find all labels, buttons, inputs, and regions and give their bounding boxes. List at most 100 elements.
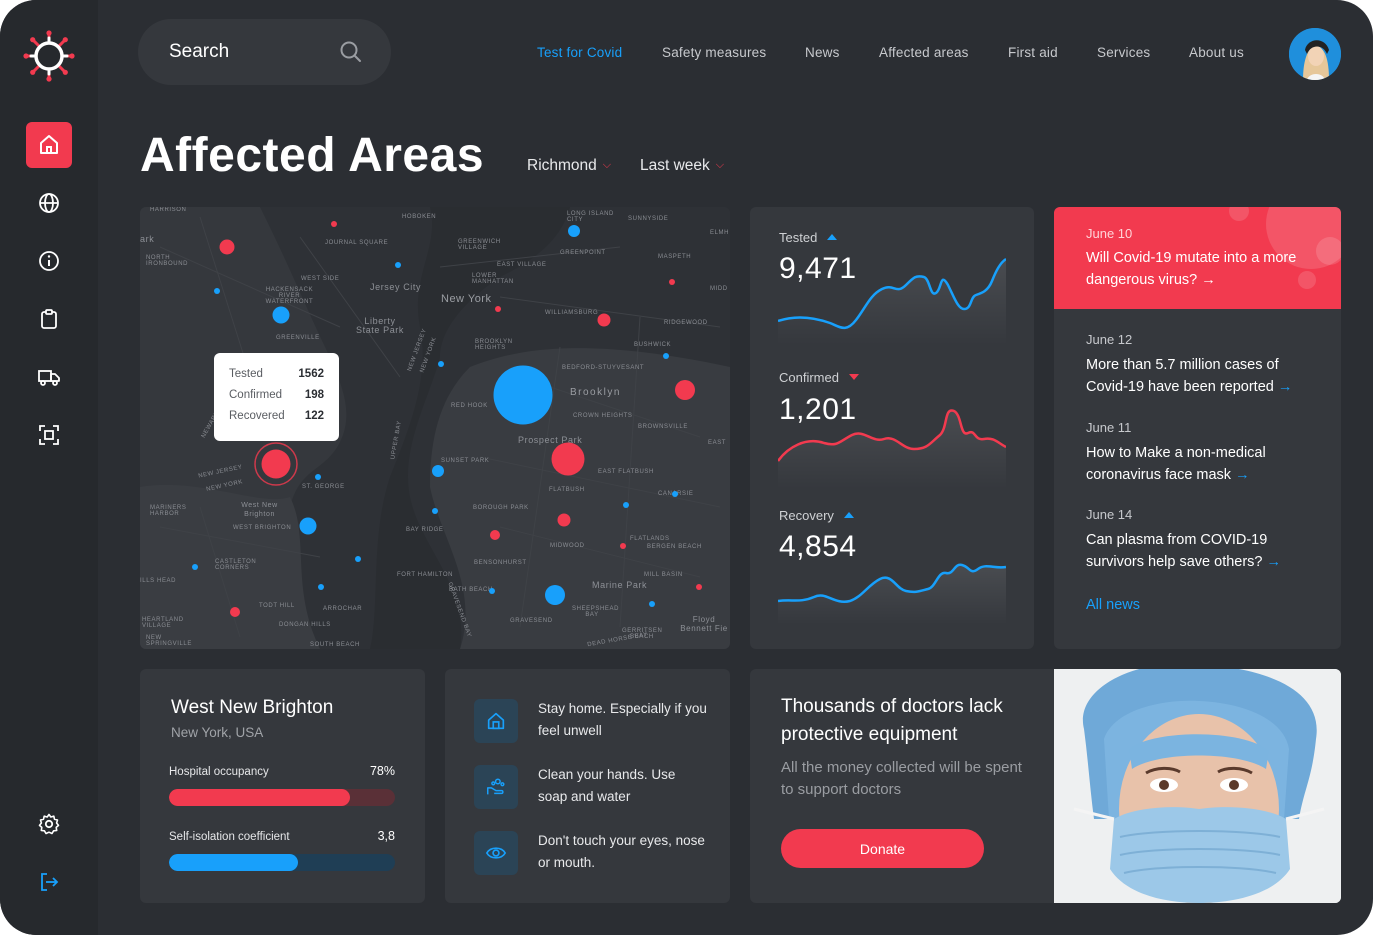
map-label: St. George [302, 484, 345, 490]
affected-areas-map[interactable]: Harrison ark Hoboken Long Island City Su… [140, 207, 730, 649]
location-subtitle: New York, USA [171, 725, 264, 740]
tooltip-row: Recovered 122 [229, 410, 324, 422]
trend-down-icon [848, 374, 859, 380]
self-isolation-fill [169, 854, 298, 871]
hospital-occupancy-value: 78% [369, 764, 395, 778]
wash-hands-icon [474, 765, 518, 809]
news-headline-text: Can plasma from COVID-19 survivors help … [1086, 532, 1268, 570]
map-label: West New Brighton [241, 502, 278, 518]
map-label: South Beach [310, 642, 360, 648]
arrow-right-icon: → [1277, 379, 1293, 395]
nav-first-aid[interactable]: First aid [1008, 45, 1058, 60]
nav-test-for-covid[interactable]: Test for Covid [537, 45, 622, 60]
stat-recovery-label: Recovery [779, 508, 854, 523]
tooltip-value: 198 [304, 389, 324, 401]
sidebar-item-clipboard[interactable] [26, 296, 72, 342]
donate-title: Thousands of doctors lack protective equ… [781, 696, 1003, 745]
sidebar-item-info[interactable] [26, 238, 72, 284]
home-icon [474, 699, 518, 743]
map-label: Lower Manhattan [472, 273, 514, 285]
home-icon [40, 135, 58, 154]
tooltip-row: Confirmed 198 [229, 389, 324, 401]
sidebar-item-logout[interactable] [26, 859, 72, 905]
nav-affected-areas[interactable]: Affected areas [879, 45, 969, 60]
search-bar[interactable]: Search [138, 19, 391, 85]
confirmed-sparkline [778, 409, 1006, 489]
tooltip-value: 1562 [298, 368, 324, 380]
sidebar-item-delivery[interactable] [26, 354, 72, 400]
trend-up-icon [827, 234, 838, 240]
map-label: Midd [710, 286, 728, 292]
search-icon[interactable] [338, 39, 364, 65]
self-isolation-value: 3,8 [377, 829, 395, 843]
featured-news[interactable]: June 10 Will Covid-19 mutate into a more… [1054, 207, 1341, 309]
map-label: East Village [497, 262, 547, 268]
self-isolation-bar [169, 854, 395, 871]
sidebar-item-home[interactable] [26, 122, 72, 168]
map-label: Arrochar [323, 606, 363, 612]
map-label: Marine Park [592, 580, 648, 590]
period-filter-label: Last week [640, 157, 710, 174]
hospital-occupancy-label: Hospital occupancy [169, 766, 269, 778]
stat-confirmed-text: Confirmed [779, 370, 839, 385]
map-label: Sunset Park [441, 458, 490, 464]
map-label: Journal Square [325, 240, 389, 246]
sidebar [0, 0, 98, 935]
map-label: Bay Ridge [406, 527, 444, 533]
map-label: East [708, 440, 727, 446]
news-panel: June 10 Will Covid-19 mutate into a more… [1054, 207, 1341, 649]
all-news-link[interactable]: All news [1086, 597, 1140, 613]
map-label: Brooklyn Heights [475, 339, 513, 351]
map-label: Castleton Corners [215, 559, 257, 571]
tooltip-label: Tested [229, 368, 263, 380]
map-label: Fort Hamilton [397, 572, 454, 578]
globe-icon [39, 193, 59, 213]
arrow-right-icon: → [1266, 554, 1282, 570]
tooltip-label: Recovered [229, 410, 285, 422]
donate-subtitle: All the money collected will be spent to… [781, 759, 1022, 798]
donate-button[interactable]: Donate [781, 829, 984, 868]
hospital-occupancy-fill [169, 789, 350, 806]
map-label: Floyd Bennett Fie [680, 615, 728, 633]
nav-about-us[interactable]: About us [1189, 45, 1244, 60]
stat-tested-text: Tested [779, 230, 818, 245]
news-headline[interactable]: Can plasma from COVID-19 survivors help … [1086, 529, 1316, 573]
location-filter-dropdown[interactable]: Richmond ⌵ [527, 157, 611, 175]
sidebar-item-scan[interactable] [26, 412, 72, 458]
sidebar-item-globe[interactable] [26, 180, 72, 226]
stat-confirmed-label: Confirmed [779, 370, 859, 385]
map-label: West Side [301, 276, 340, 282]
page-title: Affected Areas [140, 129, 485, 182]
tip-text: Clean your hands. Use soap and water [538, 767, 676, 804]
location-card: West New Brighton New York, USA Hospital… [140, 669, 425, 903]
hospital-occupancy-bar [169, 789, 395, 806]
search-input[interactable]: Search [169, 41, 229, 63]
nav-news[interactable]: News [805, 45, 840, 60]
news-headline[interactable]: More than 5.7 million cases of Covid-19 … [1086, 354, 1316, 398]
map-label: Hoboken [402, 214, 437, 220]
map-label: Long Island City [567, 211, 614, 223]
period-filter-dropdown[interactable]: Last week ⌵ [640, 157, 724, 175]
avatar[interactable] [1289, 28, 1341, 80]
map-label: Hackensack River Waterfront [265, 287, 314, 305]
news-headline[interactable]: Will Covid-19 mutate into a more dangero… [1086, 247, 1316, 291]
map-label: Flatbush [549, 487, 585, 493]
trend-up-icon [843, 512, 854, 518]
recovery-sparkline [778, 563, 1006, 625]
virus-logo-icon[interactable] [23, 30, 75, 82]
map-label: Flatlands [630, 536, 670, 542]
tested-sparkline [778, 257, 1006, 345]
doctor-photo [1054, 669, 1341, 903]
news-headline-text: Will Covid-19 mutate into a more dangero… [1086, 250, 1297, 288]
gear-icon [38, 813, 60, 835]
tooltip-row: Tested 1562 [229, 368, 324, 380]
sidebar-item-settings[interactable] [26, 801, 72, 847]
news-headline[interactable]: How to Make a non-medical coronavirus fa… [1086, 442, 1316, 486]
news-date: June 10 [1086, 226, 1133, 241]
map-label: ark [140, 234, 155, 244]
nav-services[interactable]: Services [1097, 45, 1150, 60]
map-label: Jersey City [370, 282, 422, 292]
map-label: Elmh [710, 230, 730, 236]
nav-safety-measures[interactable]: Safety measures [662, 45, 766, 60]
safety-tips-card: Stay home. Especially if you feel unwell… [445, 669, 730, 903]
